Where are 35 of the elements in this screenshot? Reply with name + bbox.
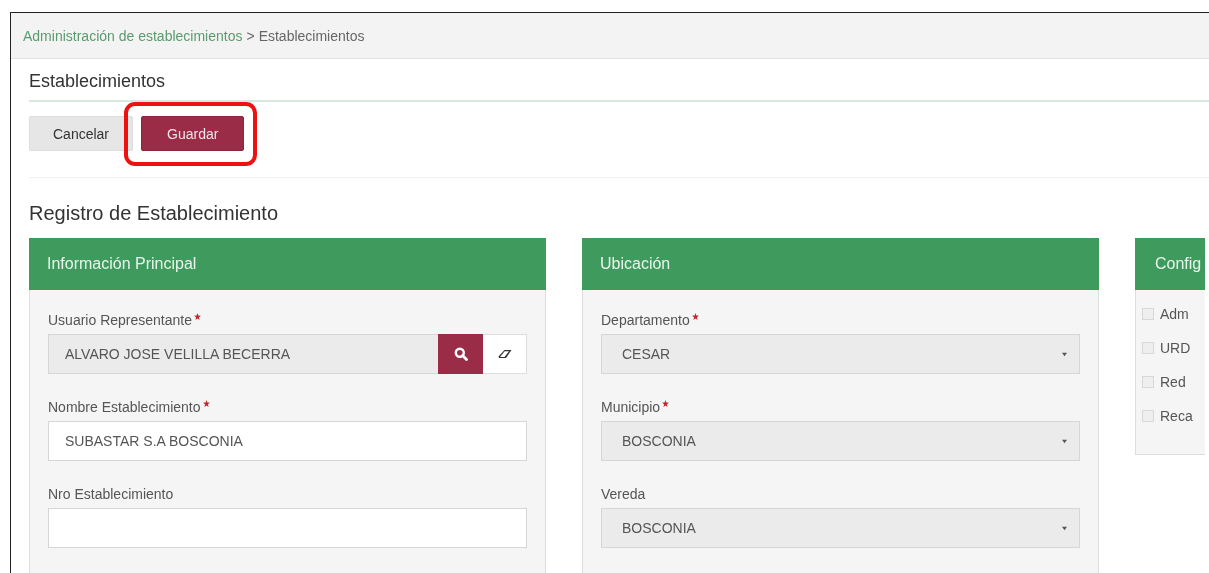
checkbox-label: URD	[1160, 340, 1191, 356]
breadcrumb-current: Establecimientos	[258, 27, 365, 44]
caret-icon	[1062, 351, 1067, 357]
section-title: Registro de Establecimiento	[29, 201, 279, 226]
page-title: Establecimientos	[29, 59, 1209, 102]
save-button[interactable]: Guardar	[141, 116, 245, 151]
cancel-button[interactable]: Cancelar	[29, 116, 134, 151]
field-label: Nombre Establecimiento	[48, 399, 201, 415]
field-label: Nro Establecimiento	[48, 486, 174, 502]
caret-icon	[1062, 438, 1067, 444]
field-label: Municipio	[601, 399, 661, 415]
search-button[interactable]	[438, 334, 483, 374]
search-icon	[453, 347, 468, 361]
panel-title: Información Principal	[47, 255, 197, 273]
checkbox-label: Adm	[1160, 306, 1189, 322]
checkbox-label: Red	[1160, 374, 1186, 390]
input-field[interactable]	[48, 508, 527, 548]
checkbox[interactable]	[1142, 308, 1154, 320]
checkbox[interactable]	[1142, 410, 1154, 422]
panel-title: Ubicación	[600, 255, 671, 273]
breadcrumb-separator: >	[246, 27, 255, 44]
caret-icon	[1062, 525, 1067, 531]
select-field[interactable]: BOSCONIA	[601, 508, 1080, 548]
checkbox[interactable]	[1142, 376, 1154, 388]
field-label: Usuario Representante	[48, 312, 192, 328]
select-field[interactable]: BOSCONIA	[601, 421, 1080, 461]
checkbox[interactable]	[1142, 342, 1154, 354]
select-field[interactable]: CESAR	[601, 334, 1080, 374]
checkbox-label: Reca	[1160, 408, 1193, 424]
eraser-icon	[497, 349, 512, 359]
panel-title: Config	[1155, 255, 1202, 273]
input-field[interactable]: SUBASTAR S.A BOSCONIA	[48, 421, 527, 461]
representative-field[interactable]: ALVARO JOSE VELILLA BECERRA	[48, 334, 438, 374]
field-label: Vereda	[601, 486, 646, 502]
field-label: Departamento	[601, 312, 690, 328]
